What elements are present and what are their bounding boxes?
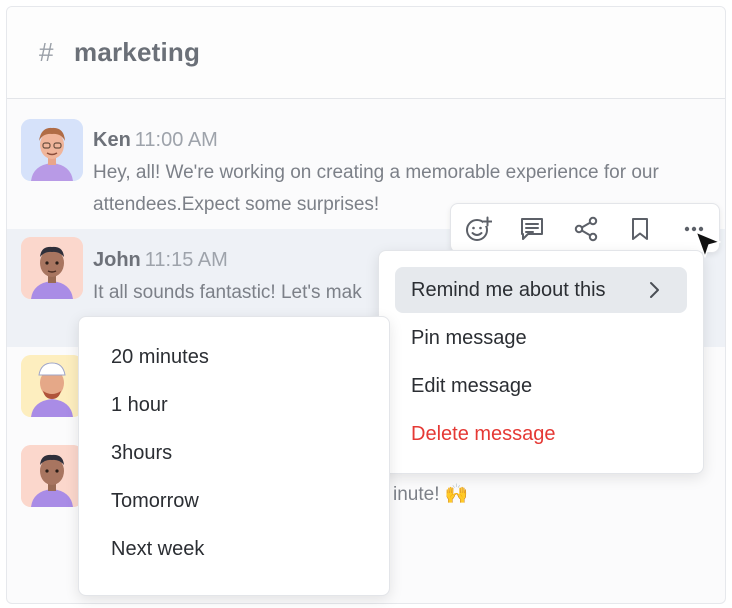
menu-item-label: Edit message	[411, 375, 533, 397]
remind-option-next-week[interactable]: Next week	[79, 525, 389, 573]
channel-name[interactable]: marketing	[74, 37, 200, 68]
share-icon	[574, 216, 598, 242]
message-time: 11:00 AM	[134, 129, 218, 151]
avatar-john-2-icon	[21, 445, 83, 507]
remind-option-20-minutes[interactable]: 20 minutes	[79, 333, 389, 381]
remind-option-1-hour[interactable]: 1 hour	[79, 381, 389, 429]
delete-message-menu-item[interactable]: Delete message	[395, 411, 687, 457]
add-reaction-button[interactable]	[463, 214, 493, 244]
message-action-toolbar	[450, 203, 720, 253]
avatar-user-3[interactable]	[21, 355, 83, 417]
reply-in-thread-button[interactable]	[517, 214, 547, 244]
remind-option-tomorrow[interactable]: Tomorrow	[79, 477, 389, 525]
message-header: John 11:15 AM	[93, 249, 228, 272]
menu-item-label: Pin message	[411, 327, 527, 349]
message-context-menu: Remind me about this Pin message Edit me…	[378, 250, 704, 474]
pin-message-menu-item[interactable]: Pin message	[395, 315, 687, 361]
bookmark-icon	[632, 218, 648, 240]
avatar-cap-icon	[21, 355, 83, 417]
share-button[interactable]	[571, 214, 601, 244]
message-line: Hey, all! We're working on creating a me…	[93, 162, 659, 183]
menu-item-label: Delete message	[411, 423, 556, 445]
avatar-ken-icon	[21, 119, 83, 181]
reply-icon	[521, 218, 543, 240]
author-name[interactable]: Ken	[93, 129, 131, 151]
avatar-ken[interactable]	[21, 119, 83, 181]
remind-time-submenu: 20 minutes 1 hour 3hours Tomorrow Next w…	[78, 316, 390, 596]
emoji-add-icon	[466, 216, 492, 241]
message-time: 11:15 AM	[144, 249, 228, 271]
avatar-john[interactable]	[21, 237, 83, 299]
menu-item-label: Remind me about this	[411, 279, 606, 301]
remind-option-3-hours[interactable]: 3hours	[79, 429, 389, 477]
channel-header: # marketing	[7, 7, 725, 99]
message-text-partial: inute! 🙌	[393, 484, 469, 505]
author-name[interactable]: John	[93, 249, 141, 271]
remind-me-menu-item[interactable]: Remind me about this	[395, 267, 687, 313]
avatar-user-4[interactable]	[21, 445, 83, 507]
edit-message-menu-item[interactable]: Edit message	[395, 363, 687, 409]
message-header: Ken 11:00 AM	[93, 129, 218, 152]
channel-hash-icon: #	[39, 37, 54, 67]
avatar-john-icon	[21, 237, 83, 299]
chevron-right-icon	[650, 282, 659, 298]
bookmark-button[interactable]	[625, 214, 655, 244]
